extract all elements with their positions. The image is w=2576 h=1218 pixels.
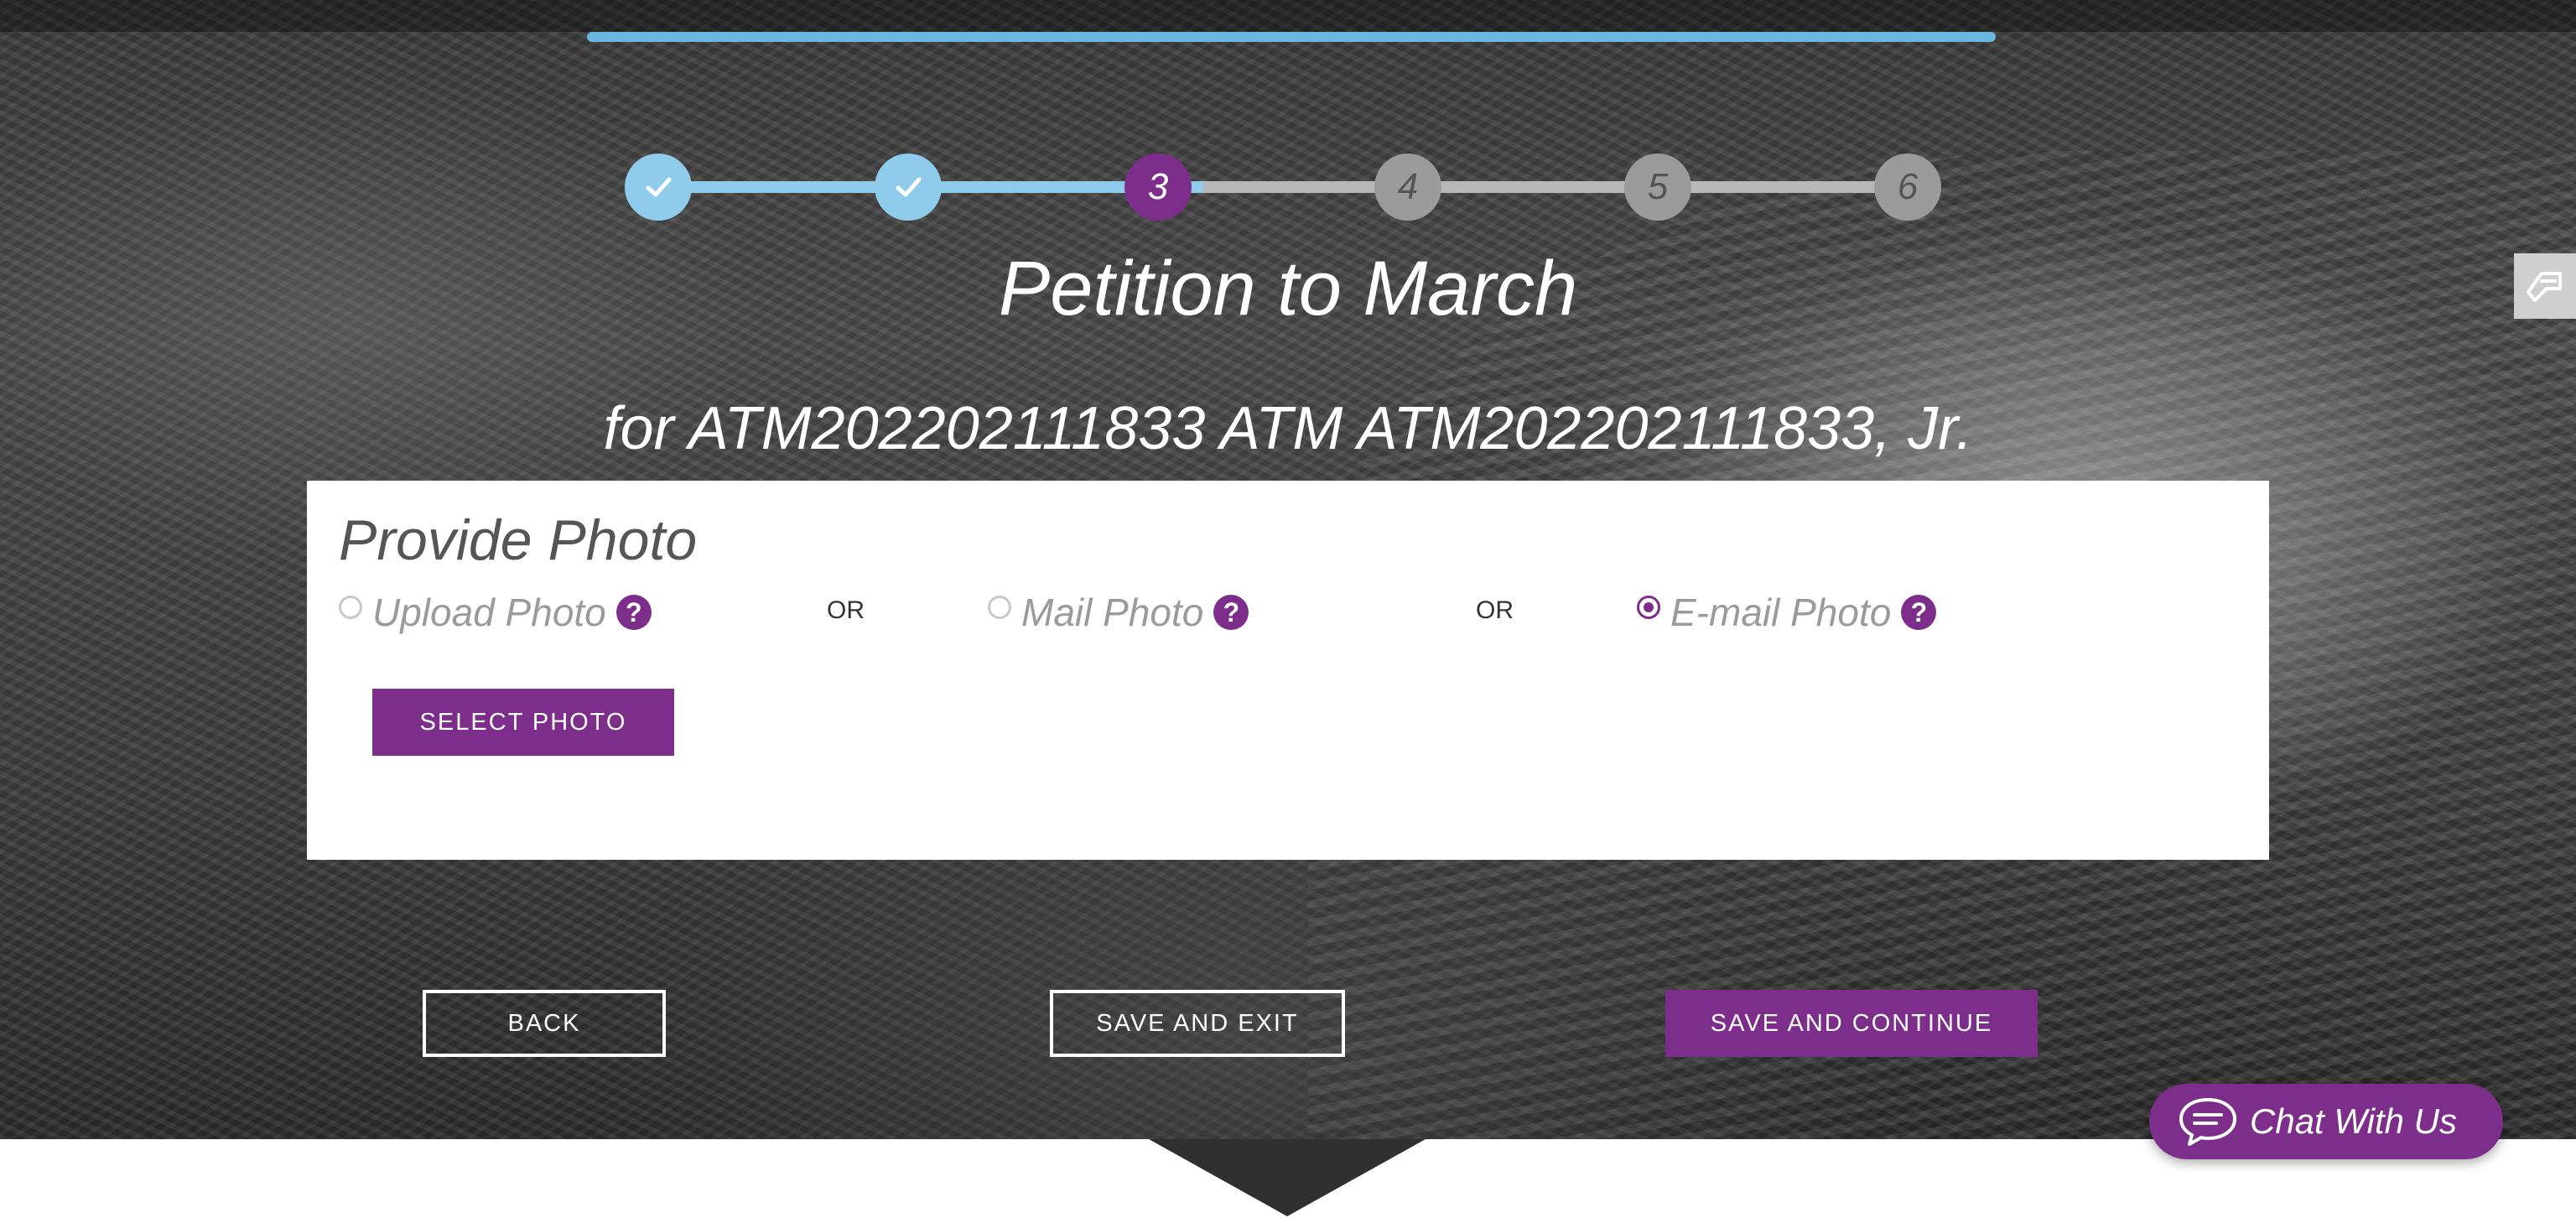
page-title: Petition to March [998, 246, 1578, 331]
top-fade [0, 0, 2576, 32]
save-and-exit-button[interactable]: SAVE AND EXIT [1050, 990, 1345, 1057]
help-icon[interactable]: ? [1213, 595, 1249, 630]
upload-photo-label[interactable]: Upload Photo [372, 590, 606, 635]
email-photo-option[interactable]: E-mail Photo ? [1637, 590, 1937, 635]
step-2[interactable] [875, 154, 942, 221]
or-separator: OR [827, 596, 865, 624]
page-subtitle: for ATM202202111833 ATM ATM202202111833,… [603, 395, 1973, 462]
provide-photo-card: Provide Photo Upload Photo ? OR Mail Pho… [307, 481, 2269, 860]
check-icon [896, 177, 922, 197]
chat-label: Chat With Us [2250, 1101, 2458, 1141]
help-icon[interactable]: ? [615, 595, 652, 630]
card-title: Provide Photo [339, 508, 698, 572]
feedback-tab[interactable] [2514, 253, 2576, 319]
save-and-continue-button[interactable]: SAVE AND CONTINUE [1665, 990, 2038, 1057]
back-button[interactable]: BACK [423, 990, 666, 1057]
step-4: 4 [1374, 154, 1441, 221]
stepper-track-remaining [1203, 181, 1916, 193]
email-photo-label[interactable]: E-mail Photo [1670, 590, 1891, 635]
mail-photo-label[interactable]: Mail Photo [1021, 590, 1203, 635]
step-3: 3 [1124, 154, 1192, 221]
help-icon[interactable]: ? [1901, 595, 1937, 630]
mail-photo-radio[interactable] [988, 596, 1011, 619]
progress-stepper: 3 4 5 6 [625, 154, 1943, 221]
upload-photo-radio[interactable] [339, 596, 362, 619]
feedback-icon [2527, 272, 2562, 302]
upload-photo-option[interactable]: Upload Photo ? [339, 590, 652, 635]
check-icon [646, 177, 672, 197]
section-arrow [1149, 1139, 1426, 1216]
or-separator: OR [1476, 596, 1514, 624]
step-5: 5 [1624, 154, 1691, 221]
chat-with-us-button[interactable]: Chat With Us [2149, 1084, 2503, 1159]
top-progress-bar [587, 32, 1996, 42]
mail-photo-option[interactable]: Mail Photo ? [988, 590, 1249, 635]
email-photo-radio[interactable] [1637, 596, 1660, 619]
step-6: 6 [1874, 154, 1941, 221]
step-1[interactable] [625, 154, 692, 221]
chat-bubble-icon [2179, 1098, 2236, 1146]
select-photo-button[interactable]: SELECT PHOTO [372, 689, 674, 756]
